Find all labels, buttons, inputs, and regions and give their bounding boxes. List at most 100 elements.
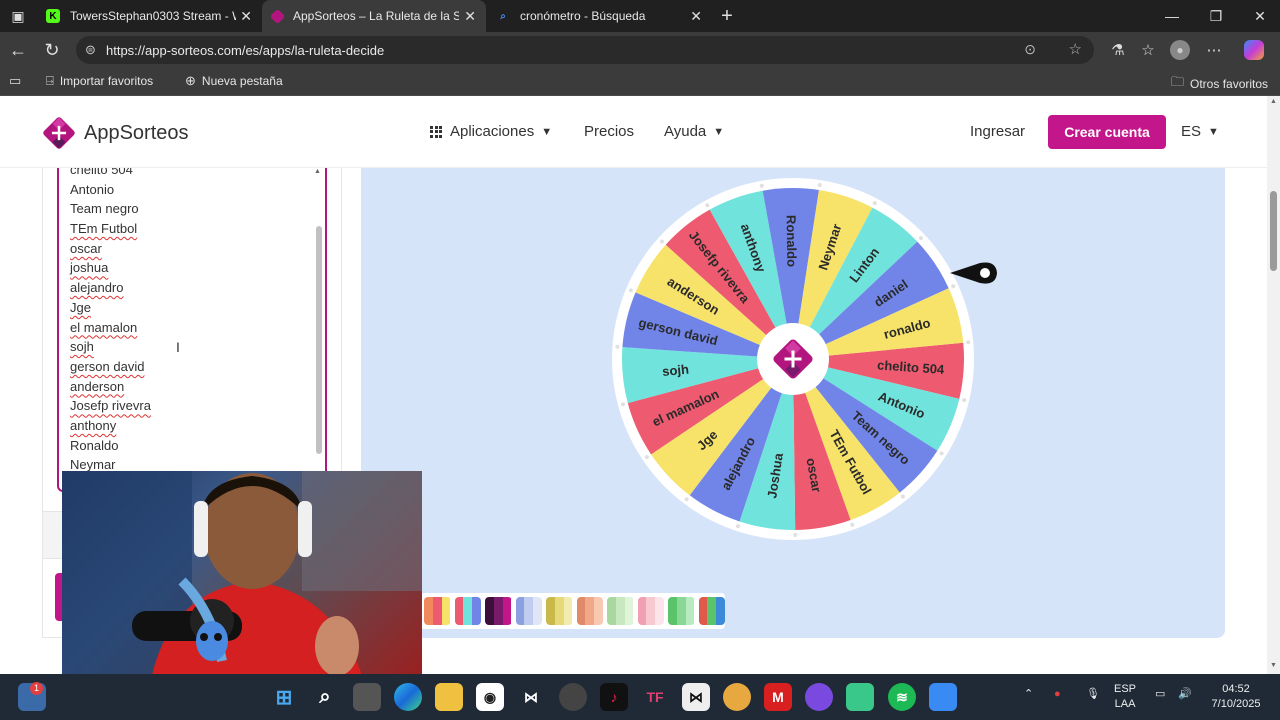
volume-icon[interactable]: 🔊 xyxy=(1178,687,1192,702)
tab-appsorteos[interactable]: AppSorteos – La Ruleta de la Sue ✕ xyxy=(262,0,486,32)
palette-swatch[interactable] xyxy=(668,597,695,625)
wheel-pointer-icon xyxy=(950,262,997,284)
page-scroll-thumb[interactable] xyxy=(1270,191,1277,271)
app-icon[interactable] xyxy=(846,683,874,711)
sidebar-toggle-icon[interactable]: ▭ xyxy=(9,73,27,89)
login-link[interactable]: Ingresar xyxy=(970,123,1025,140)
capcut-editor-icon[interactable]: ⋈ xyxy=(682,683,710,711)
name-entry: anderson xyxy=(70,378,125,394)
wheel-peg xyxy=(628,288,633,293)
back-arrow-icon[interactable]: ← xyxy=(6,38,30,62)
copilot-icon[interactable] xyxy=(1244,40,1264,60)
new-tab-plus-icon[interactable]: + xyxy=(712,0,742,32)
edge-browser-icon[interactable] xyxy=(394,683,422,711)
textarea-scrollbar[interactable]: ▲ ▼ xyxy=(314,168,324,488)
app-icon[interactable] xyxy=(559,683,587,711)
palette-swatch[interactable] xyxy=(607,597,634,625)
start-windows-icon[interactable]: ⊞ xyxy=(270,683,298,711)
network-icon[interactable]: ▭ xyxy=(1155,687,1165,702)
clock[interactable]: 04:52 7/10/2025 xyxy=(1206,682,1266,712)
app-icon[interactable] xyxy=(805,683,833,711)
wheel-peg xyxy=(644,455,649,460)
browser-app-icon[interactable] xyxy=(723,683,751,711)
capcut-icon[interactable]: ⋈ xyxy=(517,683,545,711)
tab-kick-stream[interactable]: K TowersStephan0303 Stream - Wat ✕ xyxy=(36,0,262,32)
site-header: AppSorteos Aplicaciones ▼ Precios Ayuda … xyxy=(0,96,1267,168)
tiktok-live-studio-icon[interactable]: TF xyxy=(641,683,669,711)
palette-swatch[interactable] xyxy=(637,597,665,625)
palette-swatch[interactable] xyxy=(546,597,573,625)
more-menu-icon[interactable]: ⋯ xyxy=(1204,40,1224,60)
name-entry: Jge xyxy=(70,299,91,315)
palette-swatch[interactable] xyxy=(454,597,482,625)
palette-swatch[interactable] xyxy=(698,597,726,625)
name-entry-partial: chelito 504 xyxy=(70,168,133,177)
palette-swatch[interactable] xyxy=(424,597,451,625)
import-favorites-link[interactable]: ⍈ Importar favoritos xyxy=(46,73,153,89)
url-text: https://app-sorteos.com/es/apps/la-rulet… xyxy=(106,43,385,58)
palette-swatch[interactable] xyxy=(576,597,604,625)
tab-title: TowersStephan0303 Stream - Wat xyxy=(70,9,236,23)
tab-strip: ▣ K TowersStephan0303 Stream - Wat ✕ App… xyxy=(0,0,1280,32)
obs-icon[interactable]: ◉ xyxy=(476,683,504,711)
url-bar[interactable]: ⊜ https://app-sorteos.com/es/apps/la-rul… xyxy=(76,36,1094,64)
language-region: LAA xyxy=(1114,698,1136,710)
create-account-button[interactable]: Crear cuenta xyxy=(1048,115,1166,149)
other-favorites-folder[interactable]: 🗀 Otros favoritos xyxy=(1171,73,1268,95)
microphone-icon[interactable]: 🎙 xyxy=(1086,687,1100,702)
close-window-icon[interactable]: ✕ xyxy=(1238,0,1280,32)
names-textarea[interactable]: chelito 504 Antonio Team negro TEm Futbol o… xyxy=(57,168,327,492)
favorite-star-icon[interactable]: ☆ xyxy=(1069,40,1082,58)
nav-help[interactable]: Ayuda ▼ xyxy=(664,123,724,140)
language-selector[interactable]: ES ▼ xyxy=(1181,123,1219,140)
wheel-peg xyxy=(705,203,710,208)
page-scrollbar[interactable]: ▲ ▼ xyxy=(1267,96,1280,674)
new-tab-link[interactable]: ⊕ Nueva pestaña xyxy=(185,73,283,89)
profile-avatar-icon[interactable]: ● xyxy=(1170,40,1190,60)
scroll-up-icon[interactable]: ▲ xyxy=(1270,98,1277,105)
palette-swatch[interactable] xyxy=(515,597,543,625)
wheel-peg xyxy=(793,532,798,537)
search-icon[interactable]: ⌕ xyxy=(311,683,339,711)
appsorteos-logo-icon[interactable] xyxy=(42,116,76,150)
clock-time: 04:52 xyxy=(1222,683,1250,695)
nav-prices[interactable]: Precios xyxy=(584,123,634,140)
close-tab-icon[interactable]: ✕ xyxy=(240,8,252,25)
close-tab-icon[interactable]: ✕ xyxy=(464,8,476,25)
site-logo-text[interactable]: AppSorteos xyxy=(84,122,189,145)
extensions-icon[interactable]: ⚗ xyxy=(1108,40,1128,60)
nav-applications[interactable]: Aplicaciones ▼ xyxy=(430,123,552,140)
site-info-icon[interactable]: ⊜ xyxy=(85,42,96,58)
minimize-icon[interactable]: — xyxy=(1150,0,1194,32)
task-view-icon[interactable] xyxy=(353,683,381,711)
textarea-scroll-thumb[interactable] xyxy=(316,226,322,454)
login-label: Ingresar xyxy=(970,123,1026,140)
tab-actions-icon[interactable]: ▣ xyxy=(0,0,36,32)
favorites-collection-icon[interactable]: ☆ xyxy=(1138,40,1158,60)
show-hidden-icons-icon[interactable]: ⌃ xyxy=(1024,687,1033,702)
scroll-down-icon[interactable]: ▼ xyxy=(1270,662,1277,669)
tab-search[interactable]: ⌕ cronómetro - Búsqueda ✕ xyxy=(486,0,712,32)
restore-icon[interactable]: ❐ xyxy=(1194,0,1238,32)
palette-swatch[interactable] xyxy=(485,597,512,625)
close-tab-icon[interactable]: ✕ xyxy=(690,8,702,25)
app-icon[interactable] xyxy=(929,683,957,711)
windows-taskbar: 1 ⊞ ⌕ ◉ ⋈ ♪ TF ⋈ M ≋ ⌃ ● 🎙 ESP LAA ▭ 🔊 0… xyxy=(0,674,1280,720)
tray-app-icon[interactable]: ● xyxy=(1054,687,1061,702)
spotify-icon[interactable]: ≋ xyxy=(888,683,916,711)
nav-applications-label: Aplicaciones xyxy=(450,123,535,140)
chevron-down-icon: ▼ xyxy=(1208,125,1219,138)
file-explorer-icon[interactable] xyxy=(435,683,463,711)
refresh-icon[interactable]: ↻ xyxy=(40,38,64,62)
import-icon: ⍈ xyxy=(46,73,54,88)
search-icon: ⌕ xyxy=(500,10,506,22)
language-indicator[interactable]: ESP LAA xyxy=(1114,682,1136,712)
scroll-up-icon[interactable]: ▲ xyxy=(314,168,321,175)
import-favorites-label: Importar favoritos xyxy=(59,74,154,88)
nav-help-label: Ayuda xyxy=(664,123,707,140)
mega-icon[interactable]: M xyxy=(764,683,792,711)
wheel-peg xyxy=(872,201,877,206)
read-aloud-icon[interactable]: ⊙ xyxy=(1024,41,1036,58)
tiktok-icon[interactable]: ♪ xyxy=(600,683,628,711)
roulette-wheel[interactable]: chelito 504AntonioTeam negroTEm Futbolos… xyxy=(611,177,975,541)
